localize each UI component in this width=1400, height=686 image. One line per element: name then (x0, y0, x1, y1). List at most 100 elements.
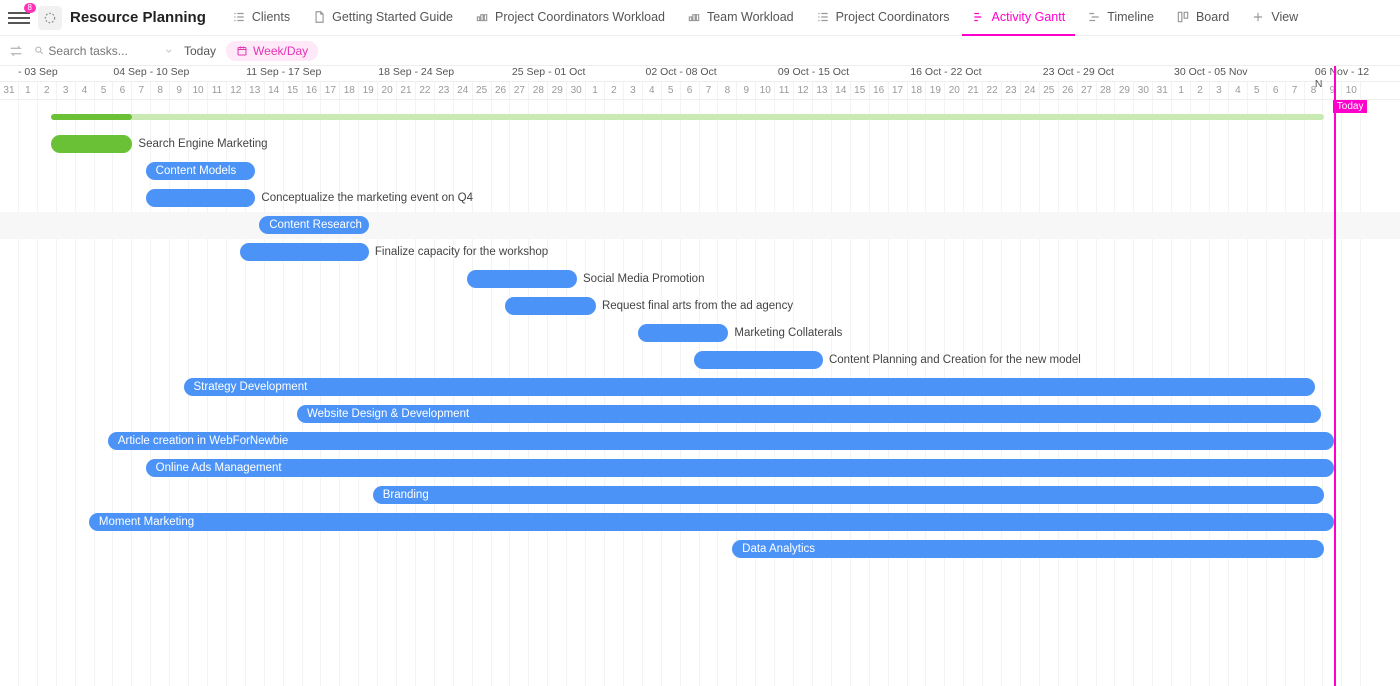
task-bar[interactable]: Online Ads Management (146, 459, 1334, 477)
search-input[interactable] (48, 44, 160, 58)
week-label: 06 Nov - 12 N (1315, 66, 1372, 90)
task-label: Moment Marketing (99, 516, 194, 528)
day-cell: 10 (189, 82, 208, 99)
gantt-icon (972, 10, 986, 24)
today-button[interactable]: Today (184, 44, 216, 58)
tab-activity-gantt[interactable]: Activity Gantt (962, 0, 1076, 36)
task-label: Search Engine Marketing (138, 135, 267, 153)
task-bar[interactable] (240, 243, 369, 261)
day-cell: 17 (889, 82, 908, 99)
swap-icon[interactable] (8, 43, 24, 59)
tab-label: Team Workload (707, 10, 794, 24)
day-cell: 6 (1267, 82, 1286, 99)
tab-timeline[interactable]: Timeline (1077, 0, 1164, 36)
task-label: Social Media Promotion (583, 270, 704, 288)
day-cell: 12 (794, 82, 813, 99)
task-bar[interactable]: Moment Marketing (89, 513, 1334, 531)
week-label: - 03 Sep (18, 66, 58, 78)
page-title: Resource Planning (70, 9, 206, 26)
task-bar[interactable] (51, 135, 132, 153)
project-icon[interactable] (38, 6, 62, 30)
task-bar[interactable]: Website Design & Development (297, 405, 1321, 423)
day-cell: 8 (718, 82, 737, 99)
tab-team-workload[interactable]: Team Workload (677, 0, 804, 36)
task-bar[interactable] (638, 324, 729, 342)
today-flag: Today (1333, 100, 1368, 113)
day-cell: 3 (57, 82, 76, 99)
task-bar[interactable] (694, 351, 823, 369)
day-cell: 26 (492, 82, 511, 99)
board-icon (1176, 10, 1190, 24)
plus-icon (1251, 10, 1265, 24)
tab-label: Getting Started Guide (332, 10, 453, 24)
day-cell: 16 (870, 82, 889, 99)
task-label: Content Models (156, 165, 237, 177)
timeline-icon (1087, 10, 1101, 24)
task-bar[interactable]: Article creation in WebForNewbie (108, 432, 1334, 450)
tab-coordinators[interactable]: Project Coordinators (806, 0, 960, 36)
task-bar[interactable]: Branding (373, 486, 1325, 504)
task-bar[interactable] (146, 189, 256, 207)
chevron-down-icon[interactable] (164, 45, 174, 57)
weekday-label: Week/Day (253, 44, 308, 58)
week-label: 18 Sep - 24 Sep (378, 66, 454, 78)
day-cell: 30 (567, 82, 586, 99)
day-cell: 24 (454, 82, 473, 99)
day-cell: 12 (227, 82, 246, 99)
menu-button[interactable]: 8 (8, 7, 30, 29)
day-cell: 25 (473, 82, 492, 99)
tab-label: Board (1196, 10, 1229, 24)
task-bar[interactable]: Data Analytics (732, 540, 1324, 558)
week-label: 30 Oct - 05 Nov (1174, 66, 1248, 78)
grid-column (57, 100, 76, 686)
day-cell: 11 (775, 82, 794, 99)
task-label: Marketing Collaterals (734, 324, 842, 342)
day-header-row: 3112345678910111213141516171819202122232… (0, 82, 1400, 100)
summary-progress (51, 114, 132, 120)
day-cell: 10 (756, 82, 775, 99)
gantt-body[interactable]: Search Engine Marketing Content Models Con… (0, 100, 1400, 686)
task-bar[interactable]: Content Research (259, 216, 369, 234)
week-label: 16 Oct - 22 Oct (910, 66, 981, 78)
day-cell: 19 (359, 82, 378, 99)
task-bar[interactable]: Content Models (146, 162, 256, 180)
task-label: Website Design & Development (307, 408, 469, 420)
tab-coordinators-workload[interactable]: Project Coordinators Workload (465, 0, 675, 36)
day-cell: 31 (1153, 82, 1172, 99)
search-icon (34, 44, 44, 57)
list-icon (232, 10, 246, 24)
grid-column (38, 100, 57, 686)
day-cell: 7 (132, 82, 151, 99)
tab-clients[interactable]: Clients (222, 0, 300, 36)
grid-column (1342, 100, 1361, 686)
tab-add-view[interactable]: View (1241, 0, 1308, 36)
list-icon (816, 10, 830, 24)
tab-label: Project Coordinators Workload (495, 10, 665, 24)
weekday-toggle[interactable]: Week/Day (226, 41, 318, 61)
day-cell: 3 (1210, 82, 1229, 99)
gantt-area[interactable]: - 03 Sep04 Sep - 10 Sep11 Sep - 17 Sep18… (0, 66, 1400, 686)
day-cell: 15 (851, 82, 870, 99)
task-bar[interactable] (505, 297, 596, 315)
today-line (1334, 66, 1336, 686)
tab-board[interactable]: Board (1166, 0, 1239, 36)
day-cell: 29 (1115, 82, 1134, 99)
day-cell: 24 (1021, 82, 1040, 99)
day-cell: 9 (737, 82, 756, 99)
search-field[interactable] (34, 44, 174, 58)
day-cell: 1 (1172, 82, 1191, 99)
day-cell: 19 (926, 82, 945, 99)
day-cell: 2 (38, 82, 57, 99)
tab-getting-started[interactable]: Getting Started Guide (302, 0, 463, 36)
day-cell: 2 (1191, 82, 1210, 99)
day-cell: 25 (1040, 82, 1059, 99)
task-bar[interactable] (467, 270, 577, 288)
workload-icon (475, 10, 489, 24)
task-bar[interactable]: Strategy Development (184, 378, 1315, 396)
day-cell: 21 (964, 82, 983, 99)
summary-bar[interactable] (51, 114, 1324, 120)
day-cell: 1 (586, 82, 605, 99)
week-label: 02 Oct - 08 Oct (645, 66, 716, 78)
week-label: 09 Oct - 15 Oct (778, 66, 849, 78)
day-cell: 30 (1134, 82, 1153, 99)
